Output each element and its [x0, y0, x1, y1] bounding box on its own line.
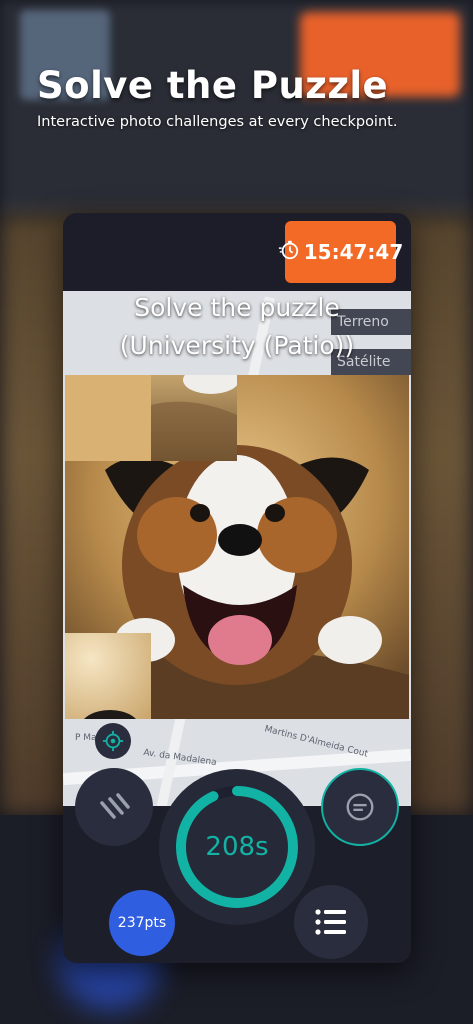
puzzle-board[interactable] [65, 375, 409, 719]
locate-me-button[interactable] [95, 723, 131, 759]
chat-button[interactable] [321, 768, 399, 846]
stopwatch-icon [278, 239, 300, 265]
menu-button[interactable] [294, 885, 368, 959]
puzzle-tile[interactable] [65, 375, 151, 461]
puzzle-tile[interactable] [151, 375, 237, 461]
promo-headline: Solve the Puzzle [37, 64, 389, 107]
puzzle-tile[interactable] [65, 633, 151, 719]
puzzle-location: (University (Patio)) [119, 331, 355, 360]
countdown-ring: 208s [159, 769, 315, 925]
chat-icon [346, 793, 374, 821]
countdown-timer-badge: 15:47:47 [278, 221, 403, 283]
tracks-icon [100, 793, 130, 819]
points-badge[interactable]: 237pts [109, 890, 175, 956]
phone-screen: P Mad Av. da Madalena Martins D'Almeida … [63, 213, 411, 963]
crosshair-icon [102, 730, 124, 752]
list-icon [315, 909, 346, 935]
promo-subheadline: Interactive photo challenges at every ch… [37, 114, 398, 130]
route-button[interactable] [75, 768, 153, 846]
puzzle-title: Solve the puzzle [134, 293, 340, 322]
countdown-seconds: 208s [205, 832, 269, 862]
timer-value: 15:47:47 [303, 240, 404, 264]
